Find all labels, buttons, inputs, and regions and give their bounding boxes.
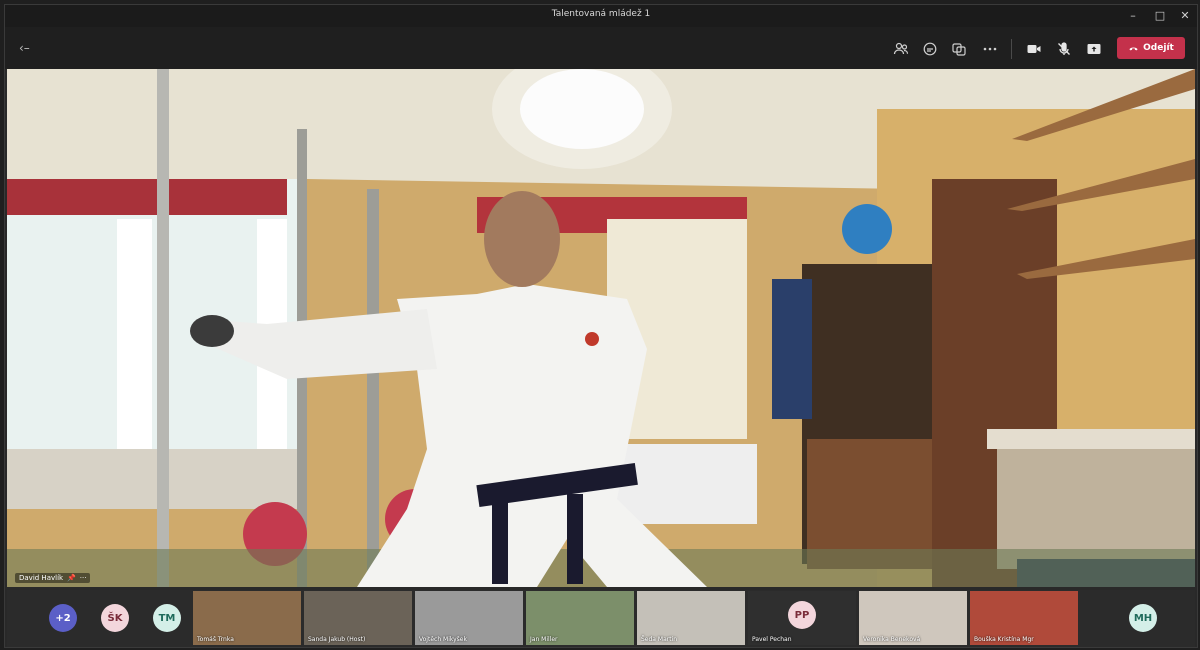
participant-name: Pavel Pechan xyxy=(752,636,792,643)
participant-name: Bouška Kristína Mgr xyxy=(974,636,1034,643)
main-video-feed[interactable]: David Havlík 📌 ··· xyxy=(7,69,1195,587)
participant-name: Vojtěch Mikyšek xyxy=(419,636,467,643)
share-icon[interactable] xyxy=(1084,39,1104,59)
participant-strip: +2 ŠK TM Tomáš Trnka Sanda Jakub (Host) … xyxy=(7,590,1195,647)
meeting-toolbar: ‹– Odejít xyxy=(5,27,1197,69)
title-bar: Talentovaná mládež 1 – □ ✕ xyxy=(5,5,1197,27)
participant-name: Tomáš Trnka xyxy=(197,636,234,643)
more-icon[interactable] xyxy=(980,39,1000,59)
close-button[interactable]: ✕ xyxy=(1175,8,1195,24)
participant-avatar-pp: PP xyxy=(788,601,816,629)
participant-avatar-tm[interactable]: TM xyxy=(153,604,181,632)
mic-muted-icon[interactable] xyxy=(1054,39,1074,59)
participant-tile[interactable]: Veronika Beneková xyxy=(859,591,967,645)
speaker-name: David Havlík xyxy=(19,574,64,582)
participant-avatar-sk[interactable]: ŠK xyxy=(101,604,129,632)
participants-icon[interactable] xyxy=(891,39,911,59)
leave-phone-icon xyxy=(1129,47,1138,50)
toolbar-divider xyxy=(1011,39,1012,59)
participant-tile[interactable]: Tomáš Trnka xyxy=(193,591,301,645)
reactions-icon[interactable] xyxy=(949,39,969,59)
participant-tile[interactable]: Sanda Jakub (Host) xyxy=(304,591,412,645)
overflow-participants-button[interactable]: +2 xyxy=(49,604,77,632)
participant-tile[interactable]: Vojtěch Mikyšek xyxy=(415,591,523,645)
participant-name: Sanda Jakub (Host) xyxy=(308,636,366,643)
karate-instructor-video xyxy=(7,69,1195,587)
participant-tile[interactable]: PP Pavel Pechan xyxy=(748,591,856,645)
speaker-name-label: David Havlík 📌 ··· xyxy=(15,573,91,583)
participant-name: Jan Miller xyxy=(530,636,558,643)
chat-icon[interactable] xyxy=(920,39,940,59)
more-options-icon[interactable]: ··· xyxy=(80,574,87,582)
maximize-button[interactable]: □ xyxy=(1150,8,1170,24)
participant-tile[interactable]: Bouška Kristína Mgr xyxy=(970,591,1078,645)
leave-button[interactable]: Odejít xyxy=(1117,37,1185,59)
participant-tile[interactable]: Šeda Martin xyxy=(637,591,745,645)
participant-avatar-mh[interactable]: MH xyxy=(1129,604,1157,632)
window-title: Talentovaná mládež 1 xyxy=(551,9,651,19)
participant-name: Veronika Beneková xyxy=(863,636,921,643)
participant-name: Šeda Martin xyxy=(641,636,678,643)
teams-meeting-window: Talentovaná mládež 1 – □ ✕ ‹– Odejít Dav… xyxy=(4,4,1198,648)
camera-icon[interactable] xyxy=(1024,39,1044,59)
minimize-button[interactable]: – xyxy=(1123,8,1143,24)
participant-tile[interactable]: Jan Miller xyxy=(526,591,634,645)
leave-label: Odejít xyxy=(1143,43,1174,53)
back-button[interactable]: ‹– xyxy=(19,41,30,55)
pin-icon: 📌 xyxy=(67,574,76,582)
